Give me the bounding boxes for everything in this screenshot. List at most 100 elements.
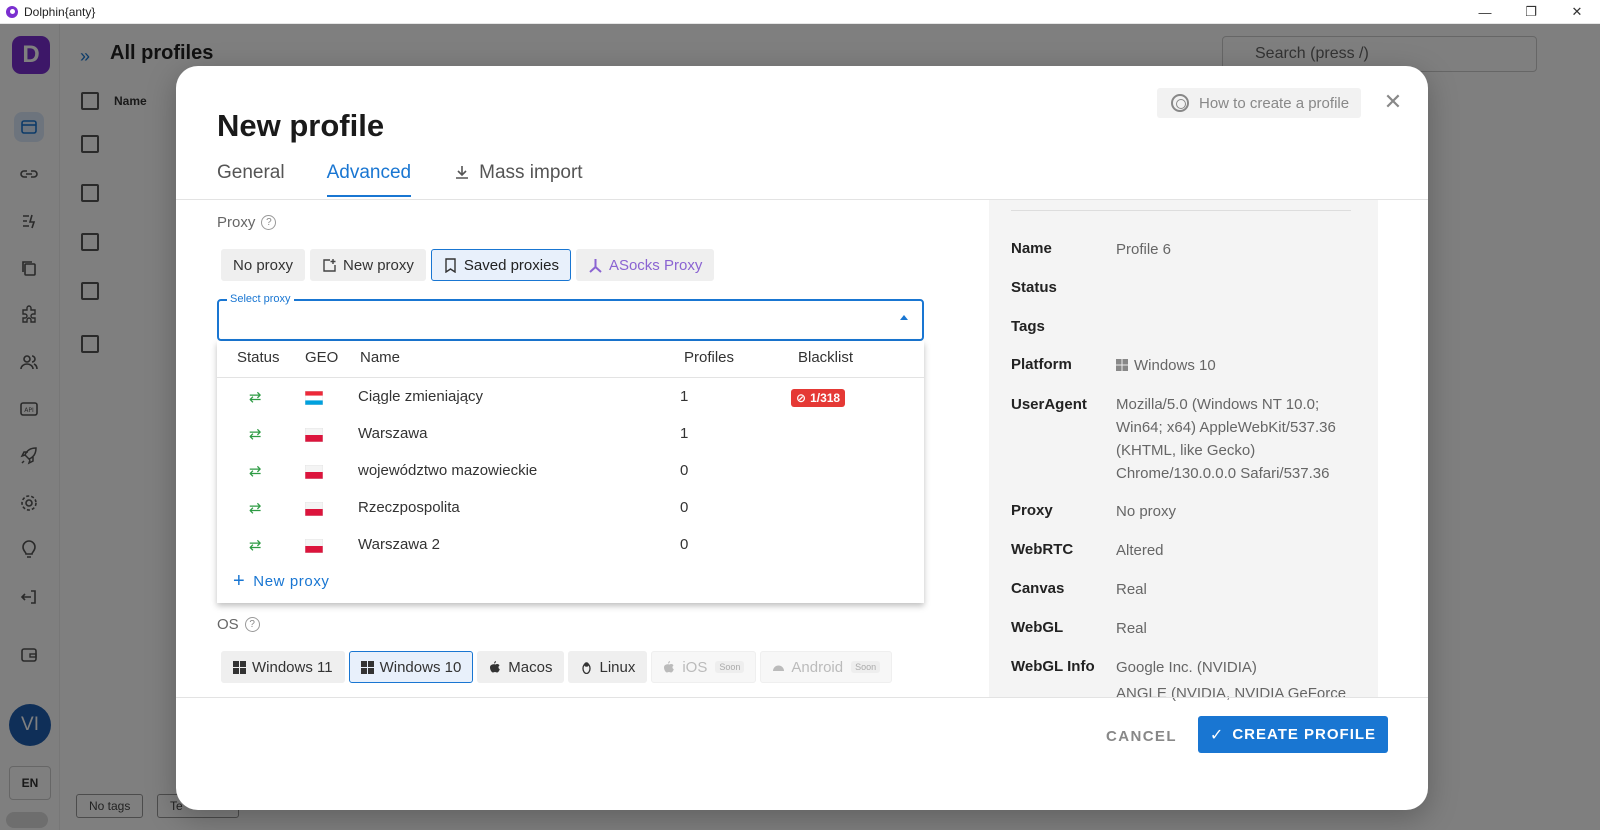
proxy-label: Proxy [217,214,256,231]
close-window-button[interactable]: ✕ [1554,0,1600,24]
profile-summary-panel: Name Profile 6 Status Tags Platform Wind… [989,200,1378,702]
plus-icon: + [233,570,246,592]
asocks-logo-icon [589,258,602,273]
close-dialog-icon[interactable]: ✕ [1381,89,1405,114]
button-label: Windows 10 [379,658,462,676]
summary-key: Name [1011,240,1052,257]
linux-icon [582,661,592,674]
proxy-row[interactable]: ⇄ Warszawa 1 [217,415,924,452]
flag-pl-icon [305,539,323,553]
summary-key: WebGL [1011,619,1064,636]
summary-value-webgl-info: Google Inc. (NVIDIA) [1116,659,1257,676]
summary-value-webgl: Real [1116,620,1147,637]
android-icon [773,665,785,671]
tab-mass-import[interactable]: Mass import [453,156,583,196]
proxy-name: Warszawa [358,425,428,442]
windows-icon [360,660,374,674]
how-to-create-button[interactable]: How to create a profile [1157,88,1362,118]
add-box-icon [323,258,336,272]
new-proxy-button[interactable]: New proxy [310,249,426,281]
create-profile-button[interactable]: ✓ CREATE PROFILE [1198,716,1388,753]
status-swap-icon: ⇄ [249,463,262,480]
summary-value-useragent: Mozilla/5.0 (Windows NT 10.0; Win64; x64… [1116,396,1336,482]
summary-value-name: Profile 6 [1116,241,1172,258]
button-label: New proxy [343,256,414,274]
os-macos-button[interactable]: Macos [477,651,565,683]
summary-key: Platform [1011,356,1072,373]
os-group: Windows 11 Windows 10 Macos Linux iOS So… [221,651,896,683]
soon-badge: Soon [851,661,881,673]
saved-proxies-button[interactable]: Saved proxies [430,249,571,281]
dialog-tabs: General Advanced Mass import [217,156,625,197]
os-label: OS [217,616,239,633]
column-header-geo: GEO [305,349,339,366]
button-label: CREATE PROFILE [1232,726,1377,743]
minimize-button[interactable]: — [1462,0,1508,24]
restore-button[interactable]: ❐ [1508,0,1554,24]
tab-advanced[interactable]: Advanced [326,156,412,197]
proxy-name: Warszawa 2 [358,536,440,553]
os-windows-11-button[interactable]: Windows 11 [221,651,345,683]
column-header-profiles: Profiles [684,349,735,366]
tab-label: Mass import [479,162,583,183]
windows-icon [1116,359,1128,371]
button-label: Windows 11 [252,658,333,676]
how-to-label: How to create a profile [1199,94,1350,112]
lifebuoy-icon [1171,94,1189,112]
dialog-title: New profile [217,108,385,143]
asocks-proxy-button[interactable]: ASocks Proxy [575,249,715,281]
summary-key: Status [1011,279,1057,296]
tab-label: Advanced [326,162,412,183]
proxy-mode-group: No proxy New proxy Saved proxies ASocks … [221,249,719,281]
os-section-label: OS ? [217,616,260,633]
proxy-profiles-count: 1 [680,425,689,442]
proxy-row[interactable]: ⇄ województwo mazowieckie 0 [217,452,924,489]
window-titlebar: Dolphin{anty} — ❐ ✕ [0,0,1600,24]
caret-up-icon[interactable] [900,315,908,320]
status-swap-icon: ⇄ [249,426,262,443]
app-logo-icon [6,5,18,18]
blacklist-badge: 1/318 [791,389,846,407]
help-icon[interactable]: ? [261,215,277,230]
proxy-row[interactable]: ⇄ Ciągle zmieniający 1 1/318 [217,378,924,415]
os-windows-10-button[interactable]: Windows 10 [348,651,474,683]
summary-key: Canvas [1011,580,1065,597]
summary-key: Proxy [1011,502,1053,519]
column-header-status: Status [237,349,280,366]
button-label: iOS [682,658,708,676]
column-header-blacklist: Blacklist [798,349,854,366]
proxy-profiles-count: 0 [680,536,689,553]
no-proxy-button[interactable]: No proxy [221,249,306,281]
proxy-profiles-count: 0 [680,462,689,479]
tab-label: General [217,162,285,183]
add-new-proxy-link[interactable]: + New proxy [233,570,330,592]
apple-icon [490,660,501,672]
column-header-name: Name [360,349,401,366]
new-profile-dialog: New profile How to create a profile ✕ Ge… [176,66,1428,810]
summary-key: UserAgent [1011,396,1087,413]
os-linux-button[interactable]: Linux [568,651,648,683]
proxy-row[interactable]: ⇄ Rzeczpospolita 0 [217,489,924,526]
proxy-section-label: Proxy ? [217,214,277,231]
check-icon: ✓ [1209,726,1225,744]
os-android-button: Android Soon [760,651,893,683]
status-swap-icon: ⇄ [249,500,262,517]
proxy-profiles-count: 0 [680,499,689,516]
summary-key: WebRTC [1011,541,1074,558]
summary-value-webgl-renderer: ANGLE (NVIDIA, NVIDIA GeForce [1116,685,1347,702]
select-proxy-input[interactable]: Select proxy [217,293,924,341]
proxy-name: Rzeczpospolita [358,499,460,516]
flag-pl-icon [305,502,323,516]
flag-pl-icon [305,428,323,442]
tab-general[interactable]: General [217,156,285,196]
button-label: Saved proxies [463,256,559,274]
proxy-row[interactable]: ⇄ Warszawa 2 0 [217,526,924,563]
button-label: ASocks Proxy [608,256,703,274]
cancel-button[interactable]: CANCEL [1106,724,1177,749]
proxy-profiles-count: 1 [680,388,689,405]
platform-text: Windows 10 [1134,357,1216,374]
status-swap-icon: ⇄ [249,389,262,406]
proxy-name: województwo mazowieckie [358,462,538,479]
footer-divider [176,697,1428,698]
help-icon[interactable]: ? [244,617,260,632]
